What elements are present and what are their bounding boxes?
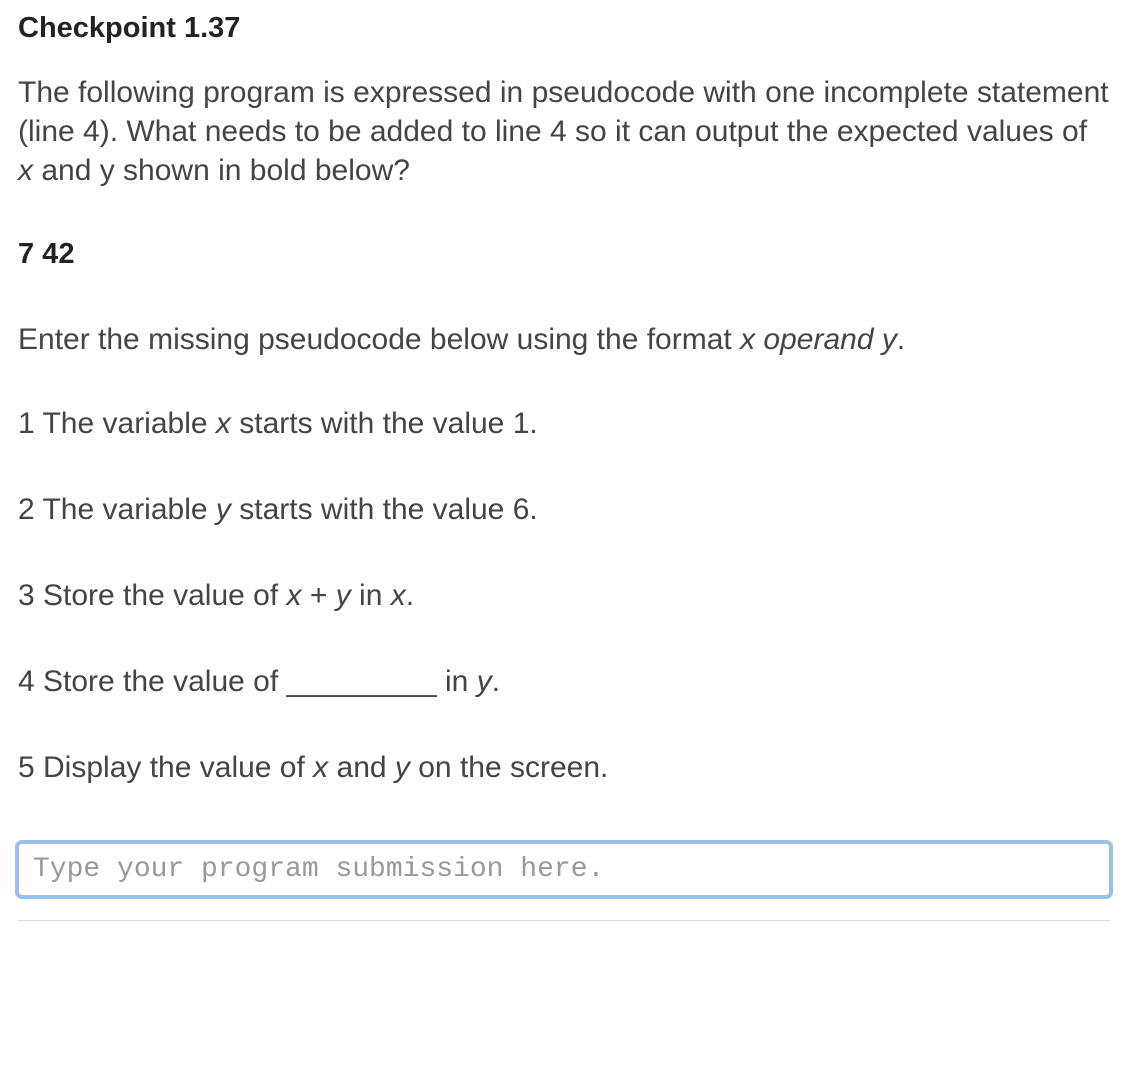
line3-exprA: x: [287, 579, 302, 612]
line3-mid2: in: [351, 579, 391, 612]
intro-var-x: x: [18, 154, 33, 187]
intro-text-part2: and y shown in bold below?: [33, 154, 410, 187]
pseudocode-line-1: 1 The variable x starts with the value 1…: [18, 407, 1110, 441]
line1-pre: 1 The variable: [18, 407, 216, 440]
divider: [18, 920, 1110, 921]
line4-pre: 4 Store the value of _________ in: [18, 665, 477, 698]
line5-mid: and: [328, 751, 395, 784]
line2-post: starts with the value 6.: [231, 493, 538, 526]
instruction-text: Enter the missing pseudocode below using…: [18, 323, 1110, 357]
instruction-part1: Enter the missing pseudocode below using…: [18, 323, 740, 356]
line2-pre: 2 The variable: [18, 493, 216, 526]
instruction-format: x operand y: [740, 323, 897, 356]
line4-post: .: [492, 665, 500, 698]
line3-post: .: [406, 579, 414, 612]
line3-exprB: y: [336, 579, 351, 612]
line1-var: x: [216, 407, 231, 440]
line5-varA: x: [313, 751, 328, 784]
pseudocode-line-3: 3 Store the value of x + y in x.: [18, 579, 1110, 613]
intro-text-part1: The following program is expressed in ps…: [18, 76, 1109, 148]
line5-pre: 5 Display the value of: [18, 751, 313, 784]
intro-paragraph: The following program is expressed in ps…: [18, 73, 1110, 190]
instruction-part2: .: [897, 323, 905, 356]
line5-varB: y: [395, 751, 410, 784]
line3-target: x: [391, 579, 406, 612]
checkpoint-title: Checkpoint 1.37: [18, 12, 1110, 45]
line5-post: on the screen.: [410, 751, 608, 784]
line3-pre: 3 Store the value of: [18, 579, 287, 612]
line4-target: y: [477, 665, 492, 698]
pseudocode-line-2: 2 The variable y starts with the value 6…: [18, 493, 1110, 527]
pseudocode-line-4: 4 Store the value of _________ in y.: [18, 665, 1110, 699]
submission-input[interactable]: [18, 843, 1110, 896]
line1-post: starts with the value 1.: [231, 407, 538, 440]
line3-mid: +: [302, 579, 336, 612]
pseudocode-line-5: 5 Display the value of x and y on the sc…: [18, 751, 1110, 785]
line2-var: y: [216, 493, 231, 526]
expected-output: 7 42: [18, 238, 1110, 271]
